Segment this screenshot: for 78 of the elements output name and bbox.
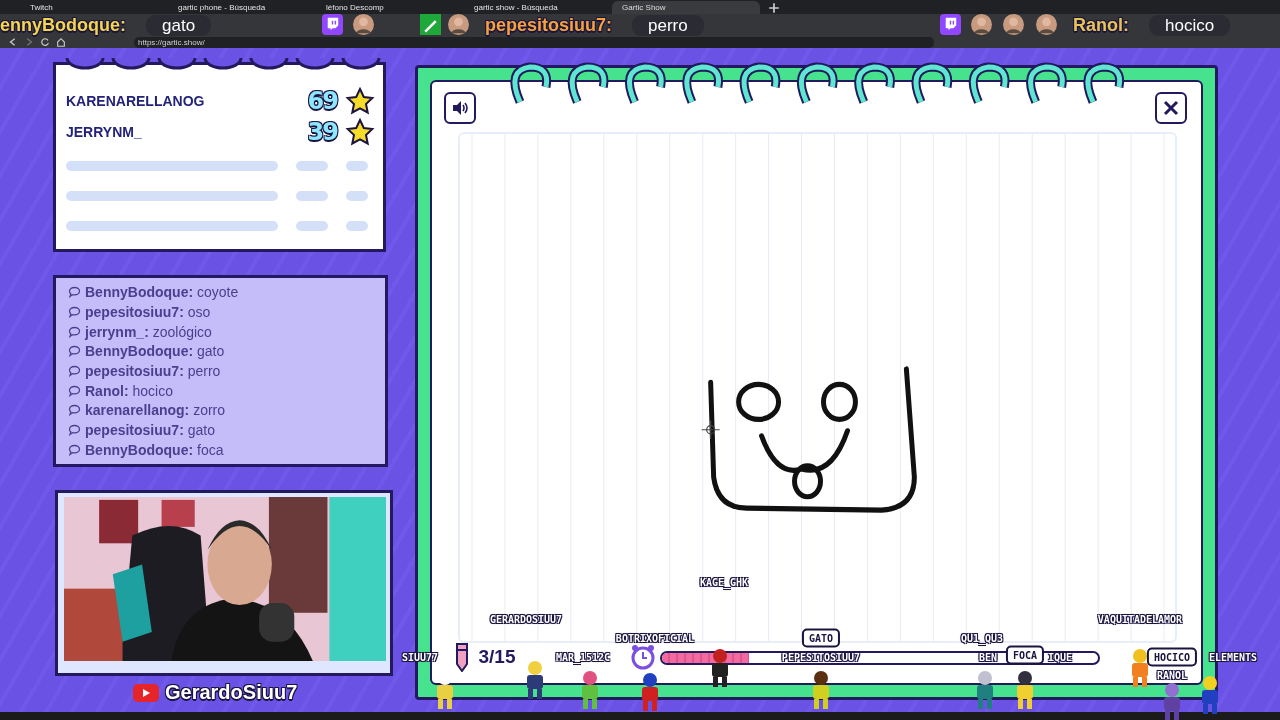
speech-bubble-icon <box>68 384 81 397</box>
player-name: RANOL <box>1156 669 1188 681</box>
chat-message: pepesitosiuu7: oso <box>85 303 211 320</box>
avatar-icon <box>1036 14 1057 35</box>
player-name: GERARDOSIUU7 <box>489 613 563 625</box>
chat-popup-message: hocico <box>1149 15 1231 36</box>
back-icon[interactable] <box>8 37 18 47</box>
browser-tab[interactable]: gartic phone - Búsqueda <box>168 1 316 14</box>
address-field[interactable]: https://gartic.show/ <box>134 36 934 48</box>
chat-popup-message: perro <box>632 15 704 36</box>
chat-username: ennyBodoque: <box>0 15 126 36</box>
twitch-icon <box>940 14 961 35</box>
reload-icon[interactable] <box>40 37 50 47</box>
placeholder-bar <box>296 221 328 231</box>
placeholder-bar <box>346 221 368 231</box>
round-counter: 3/15 <box>478 646 516 668</box>
player-name: BEN <box>978 651 998 663</box>
chat-message: jerrynm_: zoológico <box>85 323 212 340</box>
chat-message: Ranol: hocico <box>85 382 173 399</box>
chat-message: BennyBodoque: gato <box>85 343 225 360</box>
crosshair-cursor-icon <box>701 419 721 440</box>
player-score: 69 <box>307 86 337 115</box>
new-tab-icon[interactable] <box>768 2 780 14</box>
browser-tab[interactable]: Gartic Show <box>612 1 760 14</box>
browser-tab[interactable]: gartic show - Búsqueda <box>464 1 612 14</box>
sound-button[interactable] <box>444 92 476 124</box>
chat-message: karenarellanog: zorro <box>85 402 226 419</box>
star-icon <box>345 117 375 146</box>
pencil-icon <box>420 14 441 35</box>
close-button[interactable] <box>1155 92 1187 124</box>
home-icon[interactable] <box>56 37 66 47</box>
chat-message: pepesitosiuu7: gato <box>85 422 215 439</box>
alarm-clock-icon <box>630 644 656 670</box>
pencil-icon <box>454 642 470 672</box>
forward-icon[interactable] <box>24 37 34 47</box>
guess-bubble: GATO <box>801 628 841 648</box>
avatar-icon <box>448 14 469 35</box>
player-name: KARENARELLANOG <box>66 92 206 109</box>
avatar-icon <box>353 14 374 35</box>
chat-message: pepesitosiuu7: perro <box>85 363 221 379</box>
star-icon <box>345 86 375 115</box>
chat-message: BennyBodoque: foca <box>85 441 224 458</box>
player-name: KAGE_GHK <box>699 576 749 588</box>
channel-name: GerardoSiuu7 <box>165 681 298 704</box>
avatar-icon <box>1003 14 1024 35</box>
player-score: 39 <box>307 117 337 146</box>
player-name: PEPESITOSIUU7 <box>781 651 861 663</box>
speech-bubble-icon <box>68 443 81 456</box>
guess-bubble: HOCICO <box>1146 647 1198 667</box>
player-name: VAQUITADELAMOR <box>1097 613 1183 625</box>
speech-bubble-icon <box>68 286 81 299</box>
speech-bubble-icon <box>68 305 81 318</box>
player-name: MAR_1512C <box>555 651 611 663</box>
placeholder-bar <box>296 161 328 171</box>
player-name: BOTRIXOFICIAL <box>615 632 695 644</box>
speech-bubble-icon <box>68 345 81 358</box>
player-name: QU1_QU3 <box>960 632 1004 644</box>
close-icon <box>1163 100 1179 116</box>
browser-tab[interactable]: Twitch <box>20 1 168 14</box>
twitch-icon <box>322 14 343 35</box>
placeholder-bar <box>346 161 368 171</box>
chat-popup-message: gato <box>146 15 212 36</box>
browser-tab[interactable]: léfono Descomp <box>316 1 464 14</box>
avatar-icon <box>971 14 992 35</box>
player-name: IQUE <box>1047 651 1073 663</box>
chat-username: pepesitosiuu7: <box>485 15 613 36</box>
placeholder-bar <box>296 191 328 201</box>
guess-bubble: FOCA <box>1005 645 1045 665</box>
speaker-icon <box>451 100 469 116</box>
player-name: JERRYNM_ <box>66 123 143 140</box>
chat-username: Ranol: <box>1073 15 1129 36</box>
chat-message: BennyBodoque: coyote <box>85 284 239 301</box>
speech-bubble-icon <box>68 424 81 437</box>
placeholder-bar <box>346 191 368 201</box>
speech-bubble-icon <box>68 365 81 377</box>
play-icon <box>133 683 159 702</box>
speech-bubble-icon <box>68 404 81 417</box>
speech-bubble-icon <box>68 325 81 338</box>
